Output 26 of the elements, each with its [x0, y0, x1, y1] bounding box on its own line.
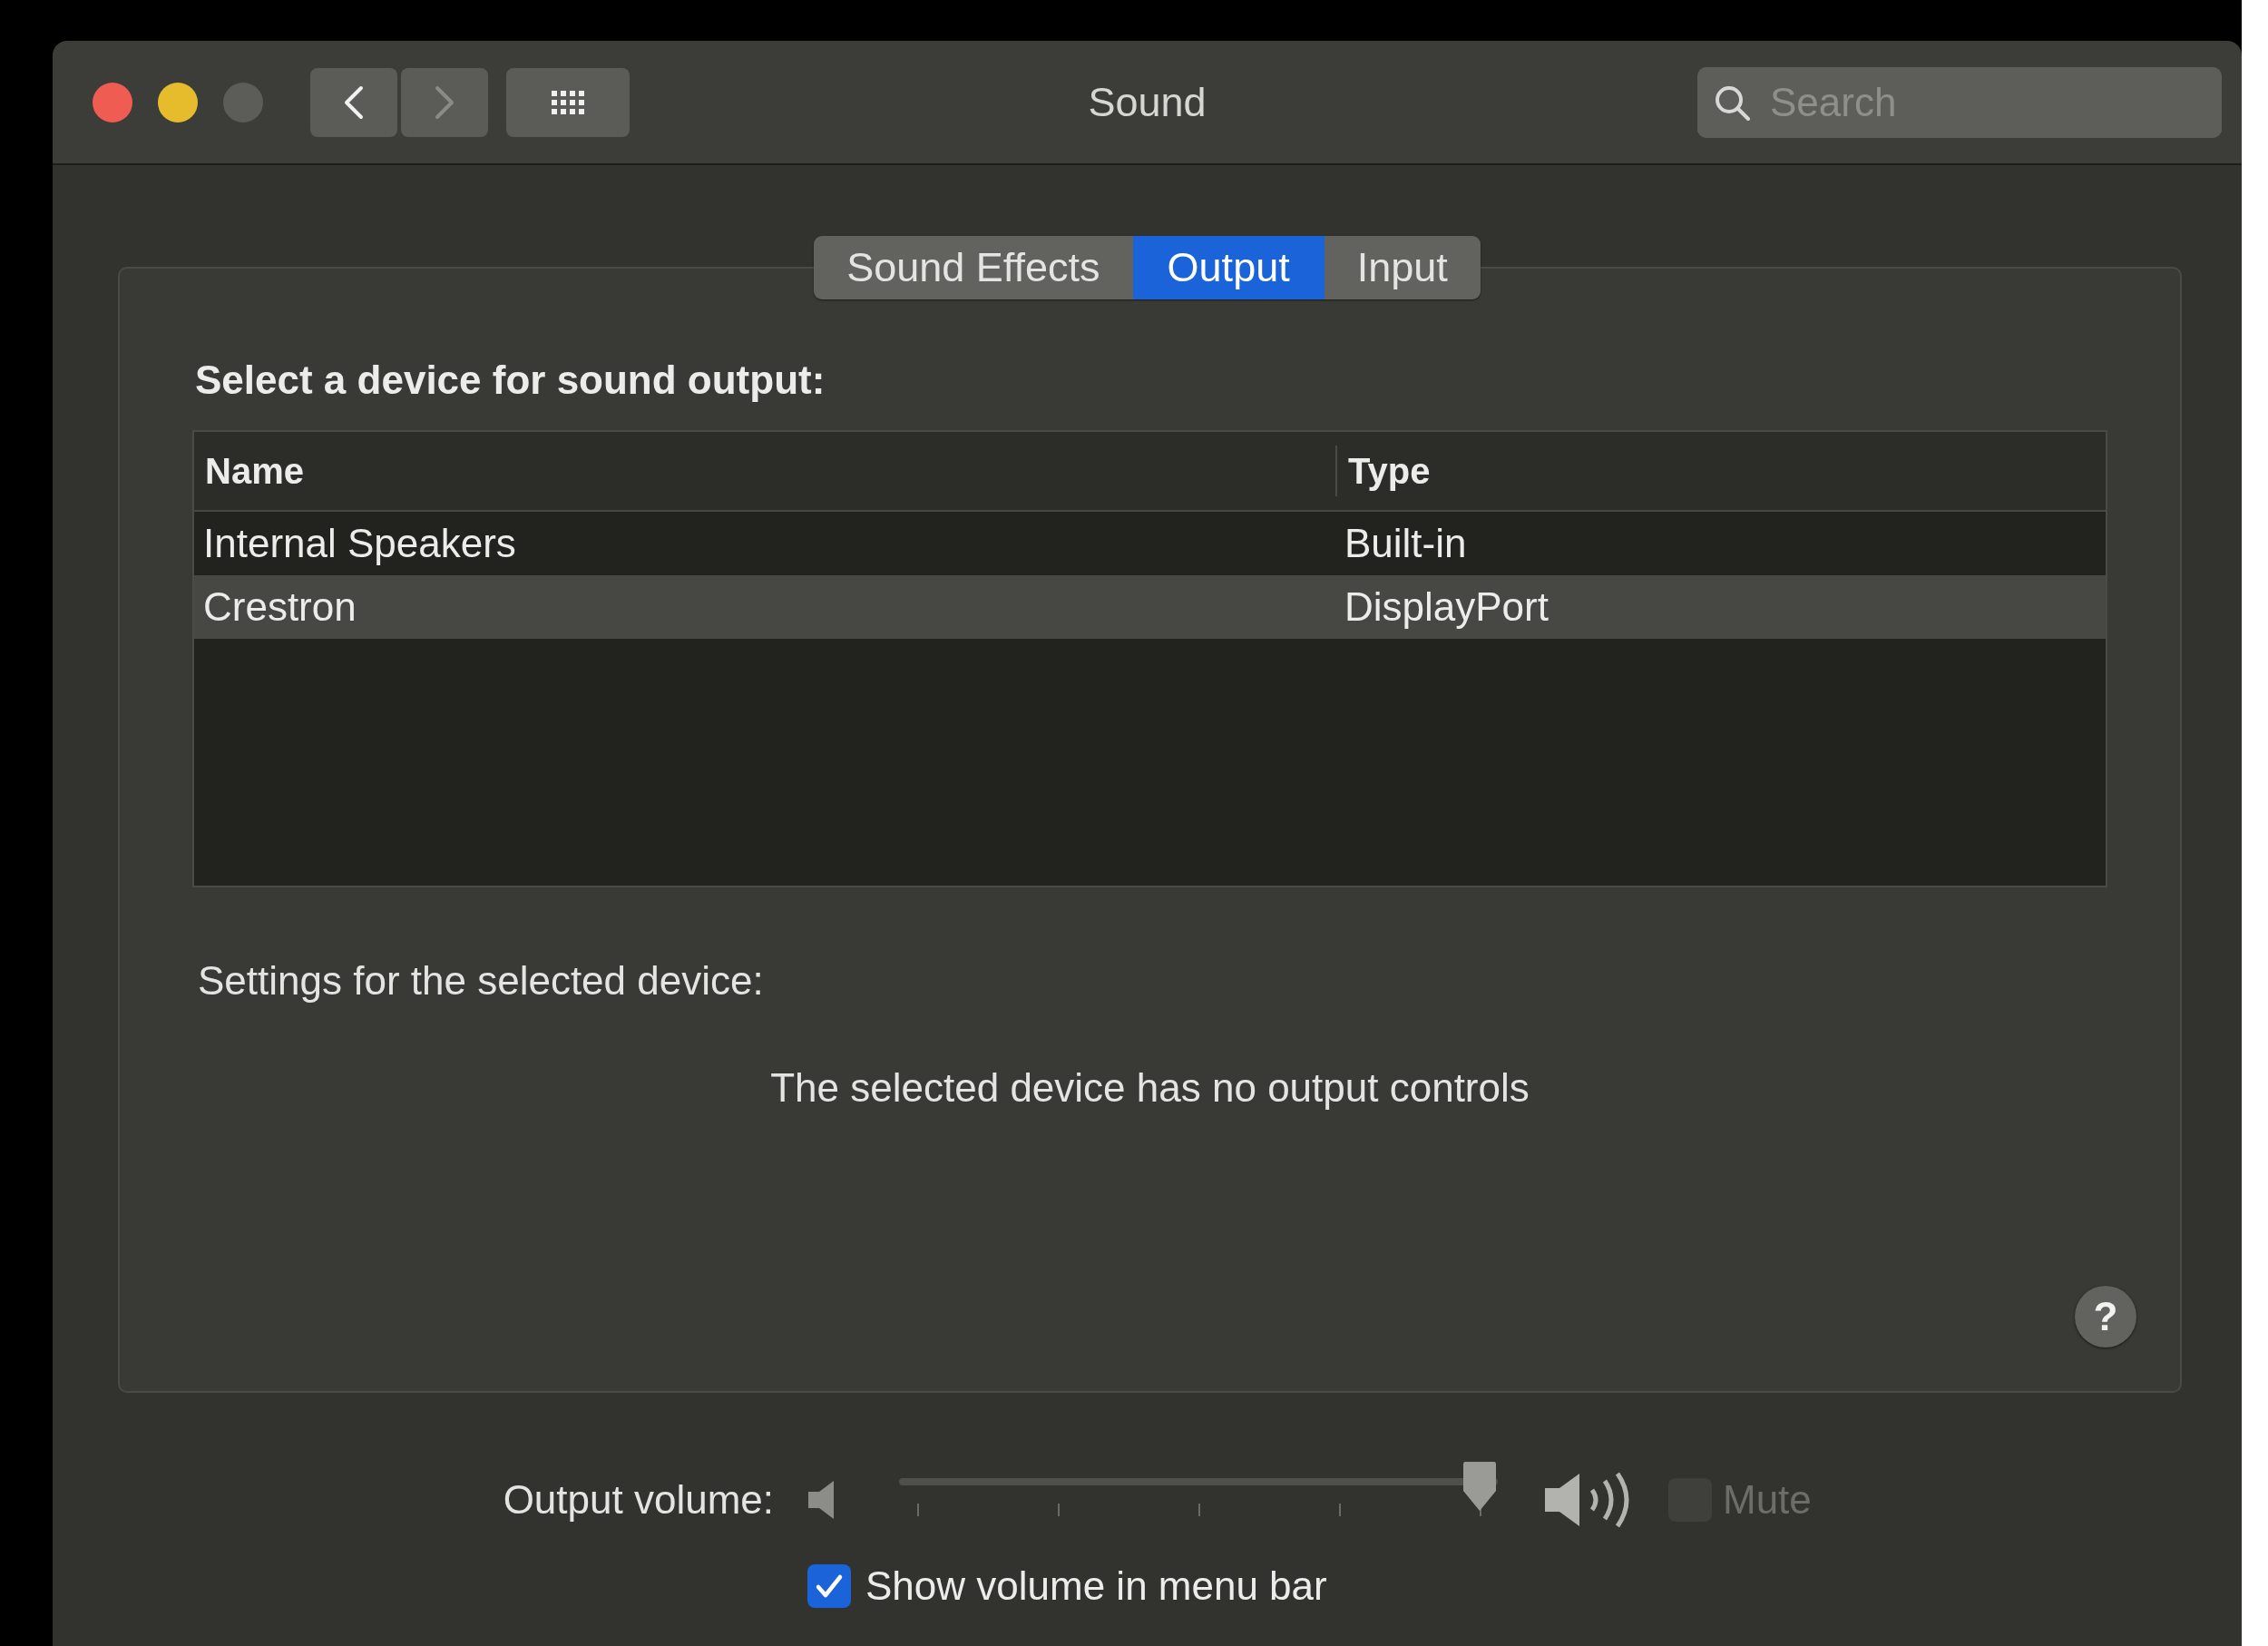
status-message: The selected device has no output controls — [770, 1065, 1530, 1110]
table-row[interactable]: Internal Speakers Built-in — [194, 512, 2106, 575]
table-cell-text: Built-in — [1344, 521, 1468, 566]
menu-bar-checkbox[interactable] — [807, 1564, 851, 1608]
table-row[interactable]: Crestron DisplayPort — [194, 575, 2106, 639]
checkbox-label: Show volume in menu bar — [865, 1563, 1327, 1609]
show-all-button[interactable] — [506, 67, 630, 137]
window-title: Sound — [1088, 78, 1207, 125]
back-button[interactable] — [310, 67, 397, 137]
volume-label: Output volume: — [502, 1477, 774, 1523]
search-icon — [1714, 83, 1750, 121]
grid-icon — [552, 90, 584, 114]
tab[interactable]: Output — [1132, 236, 1323, 299]
tab[interactable]: Sound Effects — [814, 236, 1133, 299]
section-heading: Select a device for sound output: — [195, 358, 826, 403]
table-cell-text: Crestron — [202, 584, 357, 630]
close-button[interactable] — [93, 82, 132, 122]
speaker-icon — [807, 1479, 836, 1521]
column-header[interactable]: Type — [1335, 446, 2106, 496]
settings-label: Settings for the selected device: — [198, 958, 764, 1004]
help-button[interactable]: ? — [2075, 1286, 2136, 1347]
minimize-button[interactable] — [158, 82, 198, 122]
table-cell-text: Internal Speakers — [202, 521, 517, 566]
column-header[interactable]: Name — [194, 450, 1335, 492]
table-cell-text: DisplayPort — [1344, 584, 1549, 630]
mute-label: Mute — [1723, 1477, 1812, 1523]
